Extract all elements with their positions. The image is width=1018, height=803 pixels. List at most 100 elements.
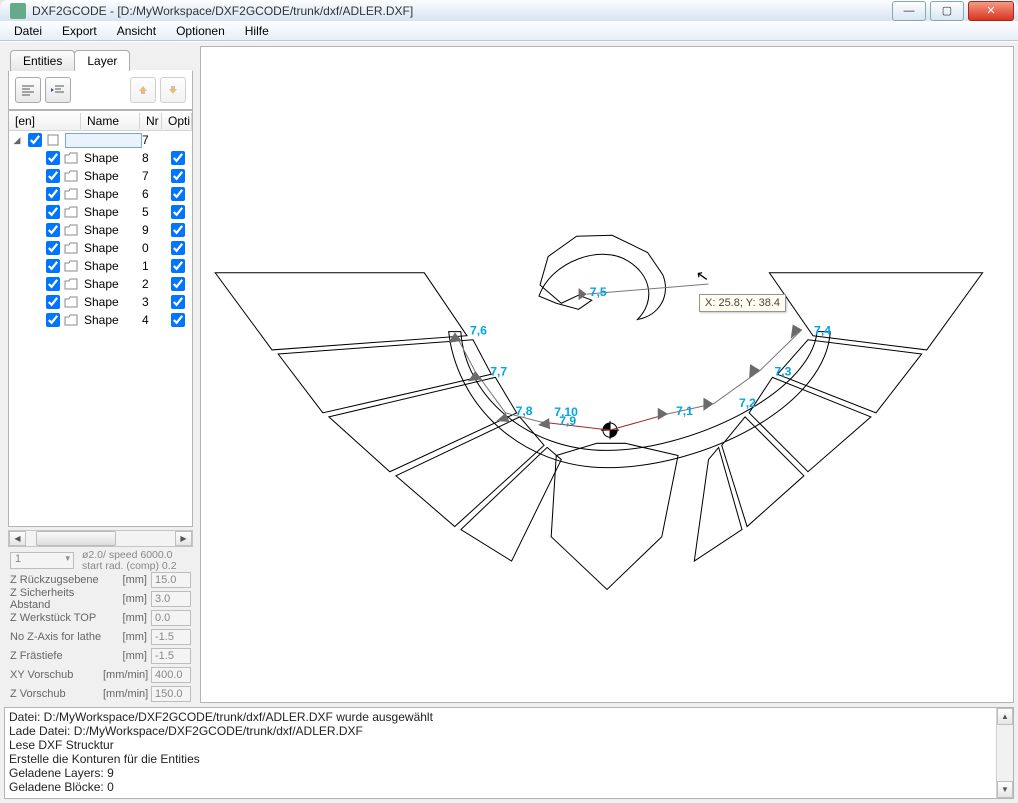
shape-opti-checkbox[interactable] <box>171 169 185 183</box>
shape-opti-checkbox[interactable] <box>171 277 185 291</box>
menubar: Datei Export Ansicht Optionen Hilfe <box>0 21 1018 41</box>
shape-opti-checkbox[interactable] <box>171 187 185 201</box>
folder-icon <box>63 151 79 165</box>
col-name[interactable]: Name <box>81 113 140 129</box>
col-nr[interactable]: Nr <box>140 113 162 129</box>
tool-select[interactable]: 1 <box>10 552 74 569</box>
menu-ansicht[interactable]: Ansicht <box>107 22 166 40</box>
minimize-button[interactable]: — <box>892 1 926 21</box>
shape-name[interactable]: Shape <box>83 169 142 183</box>
param-unit: [mm] <box>103 631 151 643</box>
shape-nr: 3 <box>142 295 164 309</box>
shape-name[interactable]: Shape <box>83 313 142 327</box>
shape-name[interactable]: Shape <box>83 205 142 219</box>
shape-index-label: 7,6 <box>470 324 487 338</box>
shape-nr: 7 <box>142 169 164 183</box>
shape-opti-checkbox[interactable] <box>171 259 185 273</box>
col-en[interactable]: [en] <box>9 113 81 129</box>
scroll-right-icon[interactable]: ▶ <box>175 531 192 546</box>
menu-datei[interactable]: Datei <box>4 22 52 40</box>
shape-opti-checkbox[interactable] <box>171 241 185 255</box>
shape-index-label: 7,4 <box>814 324 831 338</box>
shape-nr: 2 <box>142 277 164 291</box>
param-label: Z Sicherheits Abstand <box>10 587 103 611</box>
folder-icon <box>63 313 79 327</box>
close-button[interactable]: ✕ <box>968 1 1014 21</box>
layer-name-field[interactable] <box>65 133 142 148</box>
shape-checkbox[interactable] <box>46 205 60 219</box>
folder-icon <box>63 223 79 237</box>
shape-checkbox[interactable] <box>46 241 60 255</box>
param-unit: [mm] <box>103 574 151 586</box>
shape-opti-checkbox[interactable] <box>171 205 185 219</box>
param-value[interactable] <box>151 591 191 607</box>
param-unit: [mm] <box>103 650 151 662</box>
param-value[interactable] <box>151 686 191 702</box>
shape-name[interactable]: Shape <box>83 151 142 165</box>
shape-checkbox[interactable] <box>46 259 60 273</box>
shape-opti-checkbox[interactable] <box>171 223 185 237</box>
shape-opti-checkbox[interactable] <box>171 313 185 327</box>
shape-checkbox[interactable] <box>46 277 60 291</box>
shape-checkbox[interactable] <box>46 169 60 183</box>
menu-hilfe[interactable]: Hilfe <box>235 22 279 40</box>
log-text[interactable]: Datei: D:/MyWorkspace/DXF2GCODE/trunk/dx… <box>5 708 996 798</box>
menu-export[interactable]: Export <box>52 22 107 40</box>
folder-icon <box>63 259 79 273</box>
layer-checkbox[interactable] <box>28 133 42 147</box>
move-up-button[interactable] <box>130 77 156 103</box>
move-down-button[interactable] <box>160 77 186 103</box>
shape-nr: 0 <box>142 241 164 255</box>
expand-icon[interactable]: ◢ <box>9 135 25 146</box>
align-left-button[interactable] <box>15 77 41 103</box>
shape-name[interactable]: Shape <box>83 187 142 201</box>
param-value[interactable] <box>151 667 191 683</box>
menu-optionen[interactable]: Optionen <box>166 22 235 40</box>
shape-checkbox[interactable] <box>46 313 60 327</box>
layer-tree[interactable]: [en] Name Nr Opti ◢ 7 Shape 8 Shape 7 Sh… <box>8 110 193 527</box>
param-label: No Z-Axis for lathe <box>10 631 103 643</box>
shape-name[interactable]: Shape <box>83 241 142 255</box>
param-unit: [mm/min] <box>103 669 151 681</box>
param-unit: [mm] <box>103 612 151 624</box>
tab-layer[interactable]: Layer <box>74 50 130 71</box>
shape-opti-checkbox[interactable] <box>171 295 185 309</box>
param-value[interactable] <box>151 629 191 645</box>
log-vertical-scrollbar[interactable]: ▲ ▼ <box>996 708 1013 798</box>
shape-name[interactable]: Shape <box>83 259 142 273</box>
shape-name[interactable]: Shape <box>83 295 142 309</box>
param-value[interactable] <box>151 648 191 664</box>
scroll-down-icon[interactable]: ▼ <box>997 781 1013 798</box>
param-unit: [mm] <box>103 593 151 605</box>
titlebar[interactable]: DXF2GCODE - [D:/MyWorkspace/DXF2GCODE/tr… <box>0 0 1018 21</box>
maximize-button[interactable]: ▢ <box>930 1 964 21</box>
param-value[interactable] <box>151 572 191 588</box>
tab-entities[interactable]: Entities <box>10 50 75 71</box>
shape-name[interactable]: Shape <box>83 277 142 291</box>
shape-nr: 1 <box>142 259 164 273</box>
folder-icon <box>63 187 79 201</box>
side-panel: Entities Layer <box>4 46 197 703</box>
scroll-thumb[interactable] <box>36 531 116 546</box>
folder-icon <box>63 205 79 219</box>
col-opti[interactable]: Opti <box>162 113 192 129</box>
drawing-viewport[interactable]: 7,57,67,47,77,37,87,107,97,17,2 ↖ X: 25.… <box>200 46 1014 703</box>
param-label: Z Vorschub <box>10 688 103 700</box>
tree-horizontal-scrollbar[interactable]: ◀ ▶ <box>8 530 193 547</box>
main-window: DXF2GCODE - [D:/MyWorkspace/DXF2GCODE/tr… <box>0 0 1018 803</box>
shape-checkbox[interactable] <box>46 295 60 309</box>
drawing-canvas[interactable]: 7,57,67,47,77,37,87,107,97,17,2 <box>201 47 1013 702</box>
shape-checkbox[interactable] <box>46 187 60 201</box>
scroll-up-icon[interactable]: ▲ <box>997 708 1013 725</box>
document-icon <box>45 133 61 147</box>
shape-index-label: 7,5 <box>590 286 607 300</box>
param-value[interactable] <box>151 610 191 626</box>
align-indent-button[interactable] <box>45 77 71 103</box>
scroll-left-icon[interactable]: ◀ <box>9 531 26 546</box>
shape-nr: 4 <box>142 313 164 327</box>
shape-checkbox[interactable] <box>46 223 60 237</box>
shape-name[interactable]: Shape <box>83 223 142 237</box>
shape-opti-checkbox[interactable] <box>171 151 185 165</box>
shape-nr: 8 <box>142 151 164 165</box>
shape-checkbox[interactable] <box>46 151 60 165</box>
